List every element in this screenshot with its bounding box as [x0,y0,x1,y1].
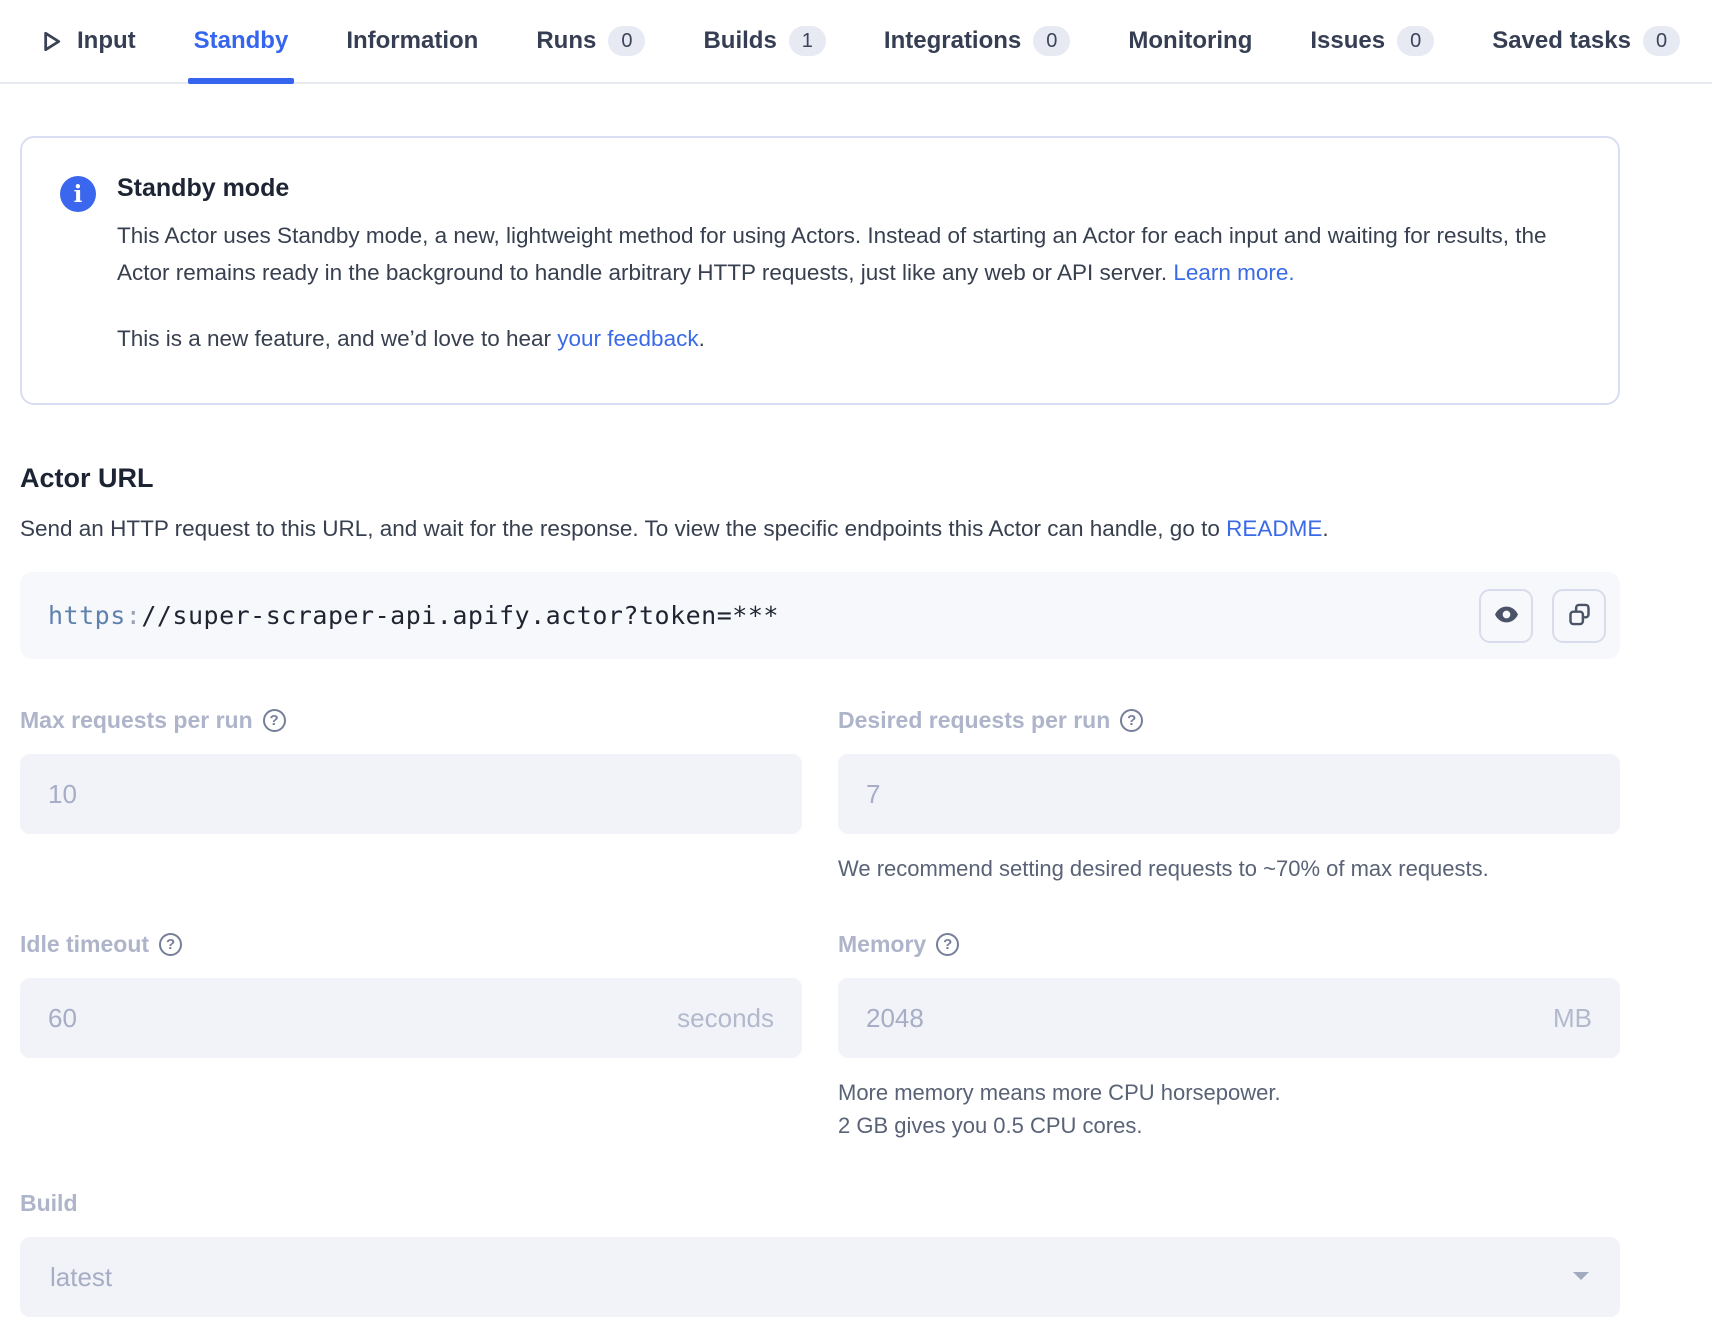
idle-timeout-label: Idle timeout ? [20,931,802,958]
banner-paragraph-1: This Actor uses Standby mode, a new, lig… [117,217,1567,291]
max-requests-label: Max requests per run ? [20,707,802,734]
memory-unit: MB [1553,1003,1592,1034]
desired-requests-field: Desired requests per run ? We recommend … [838,707,1620,885]
tab-label: Information [346,27,478,55]
memory-input-shell: MB [838,978,1620,1058]
banner-title: Standby mode [117,174,1567,203]
copy-url-button[interactable] [1552,589,1606,643]
tab-builds[interactable]: Builds 1 [703,0,825,82]
tab-issues-count-badge: 0 [1397,26,1434,56]
learn-more-link[interactable]: Learn more. [1173,260,1294,285]
build-label: Build [20,1190,1620,1217]
eye-icon [1493,601,1520,631]
build-select[interactable]: latest [20,1237,1620,1317]
memory-input[interactable] [866,1003,1553,1034]
idle-timeout-input-shell: seconds [20,978,802,1058]
tab-runs-count-badge: 0 [608,26,645,56]
tab-integrations[interactable]: Integrations 0 [884,0,1070,82]
actor-url-description: Send an HTTP request to this URL, and wa… [20,508,1480,550]
tab-standby[interactable]: Standby [194,0,289,82]
tab-input[interactable]: Input [36,0,136,82]
play-icon [36,27,65,56]
banner-paragraph-2: This is a new feature, and we’d love to … [117,320,1567,357]
idle-timeout-field: Idle timeout ? seconds [20,931,802,1058]
tab-label: Monitoring [1128,27,1252,55]
reveal-token-button[interactable] [1479,589,1533,643]
help-icon[interactable]: ? [1120,709,1143,732]
actor-url-value: https://super-scraper-api.apify.actor?to… [48,601,1460,630]
feedback-link[interactable]: your feedback [557,326,698,351]
help-icon[interactable]: ? [936,933,959,956]
max-requests-field: Max requests per run ? [20,707,802,834]
tab-label: Builds [703,27,776,55]
build-field: Build latest [20,1190,1620,1317]
desired-requests-helper: We recommend setting desired requests to… [838,852,1620,885]
max-requests-input-shell [20,754,802,834]
idle-timeout-unit: seconds [677,1003,774,1034]
tab-label: Input [77,27,136,55]
tab-saved-tasks[interactable]: Saved tasks 0 [1492,0,1680,82]
tab-saved-tasks-count-badge: 0 [1643,26,1680,56]
idle-timeout-input[interactable] [48,1003,677,1034]
actor-url-bar: https://super-scraper-api.apify.actor?to… [20,572,1620,659]
max-requests-input[interactable] [48,779,774,810]
tab-issues[interactable]: Issues 0 [1310,0,1434,82]
actor-url-heading: Actor URL [20,463,1620,494]
readme-link[interactable]: README [1226,516,1322,541]
standby-mode-banner: i Standby mode This Actor uses Standby m… [20,136,1620,405]
standby-tab-content: i Standby mode This Actor uses Standby m… [20,136,1620,1317]
tab-builds-count-badge: 1 [789,26,826,56]
desired-requests-label: Desired requests per run ? [838,707,1620,734]
banner-text: Standby mode This Actor uses Standby mod… [117,174,1567,357]
tab-label: Issues [1310,27,1385,55]
actor-tab-bar: Input Standby Information Runs 0 Builds … [0,0,1712,84]
tab-information[interactable]: Information [346,0,478,82]
help-icon[interactable]: ? [263,709,286,732]
memory-field: Memory ? MB More memory means more CPU h… [838,931,1620,1142]
info-icon: i [60,176,96,212]
help-icon[interactable]: ? [159,933,182,956]
standby-settings-form: Max requests per run ? Desired requests … [20,707,1620,1142]
tab-label: Integrations [884,27,1021,55]
desired-requests-input[interactable] [866,779,1592,810]
tab-runs[interactable]: Runs 0 [536,0,645,82]
tab-label: Runs [536,27,596,55]
desired-requests-input-shell [838,754,1620,834]
tab-label: Saved tasks [1492,27,1631,55]
build-select-value: latest [50,1262,1572,1293]
copy-icon [1566,601,1593,631]
tab-monitoring[interactable]: Monitoring [1128,0,1252,82]
tab-label: Standby [194,27,289,55]
chevron-down-icon [1572,1268,1590,1286]
memory-helper: More memory means more CPU horsepower. 2… [838,1076,1620,1142]
memory-label: Memory ? [838,931,1620,958]
tab-integrations-count-badge: 0 [1033,26,1070,56]
